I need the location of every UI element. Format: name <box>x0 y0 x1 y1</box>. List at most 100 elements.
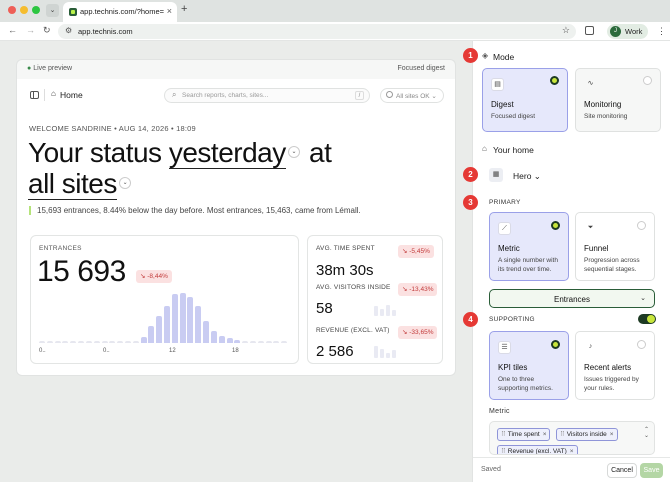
kpi-value: 15 693 <box>37 255 126 288</box>
period-selector[interactable]: yesterday <box>168 137 286 169</box>
radio-selected[interactable] <box>551 221 560 230</box>
metric-chip[interactable]: ⠿ Revenue (excl. VAT) × <box>497 445 578 454</box>
primary-funnel-option[interactable]: ⏷ Funnel Progression across sequential s… <box>575 212 655 281</box>
supporting-metrics-multiselect[interactable]: ⠿ Time spent × ⠿ Visitors inside × ⠿ Revenue … <box>489 421 655 455</box>
radio-unselected[interactable] <box>637 340 646 349</box>
hourly-bar <box>148 325 155 343</box>
hourly-bar <box>187 296 194 343</box>
hourly-bar <box>234 340 241 343</box>
option-desc: Site monitoring <box>584 113 628 120</box>
hourly-bar <box>109 341 116 343</box>
option-desc: Issues triggered by your rules. <box>584 376 639 392</box>
kpi-label: AVG. VISITORS INSIDE <box>316 284 391 291</box>
maximize-window-button[interactable] <box>32 6 40 14</box>
radio-unselected[interactable] <box>643 76 652 85</box>
primary-metric-select[interactable]: Entrances ⌄ <box>489 289 655 308</box>
kpi-value: 38m 30s <box>316 262 374 279</box>
home-icon: ⌂ <box>482 144 487 153</box>
option-title: Digest <box>491 100 514 109</box>
remove-chip-icon[interactable]: × <box>610 431 614 438</box>
radio-unselected[interactable] <box>637 221 646 230</box>
axis-label: 0.. <box>39 348 46 354</box>
hero-selector[interactable]: ▦ Hero ⌄ <box>489 163 661 187</box>
kpi-value: 2 586 <box>316 343 354 360</box>
metric-chip[interactable]: ⠿ Visitors inside × <box>556 428 618 441</box>
hourly-bar <box>101 341 108 343</box>
close-window-button[interactable] <box>8 6 16 14</box>
kpi-sparkbars <box>374 346 396 358</box>
hourly-bar <box>226 338 233 343</box>
hourly-bar <box>39 341 45 343</box>
breadcrumb-home[interactable]: Home <box>60 90 83 100</box>
select-value: Entrances <box>553 295 591 304</box>
drag-handle-icon[interactable]: ⠿ <box>501 431 506 438</box>
callout-badge: 2 <box>463 167 478 182</box>
profile-button[interactable]: J Work <box>607 24 648 39</box>
minimize-window-button[interactable] <box>20 6 28 14</box>
bookmark-star-icon[interactable]: ☆ <box>562 25 570 36</box>
hourly-bar <box>273 341 280 343</box>
entrances-card[interactable]: ENTRANCES 15 693 ↘ -8,44% 0.. 0.. 12 18 <box>30 235 299 364</box>
kpi-label: AVG. TIME SPENT <box>316 245 375 252</box>
primary-label: PRIMARY <box>489 199 521 206</box>
list-icon: ☰ <box>498 341 511 354</box>
callout-badge: 4 <box>463 312 478 327</box>
reload-icon[interactable]: ↻ <box>43 25 51 36</box>
radio-selected[interactable] <box>550 76 559 85</box>
updown-chevron-icon[interactable]: ⌃ ⌄ <box>644 427 649 439</box>
drag-handle-icon[interactable]: ⠿ <box>560 431 565 438</box>
search-input[interactable]: ⌕ Search reports, charts, sites... / <box>164 88 370 103</box>
cancel-button[interactable]: Cancel <box>607 463 637 478</box>
scope-chevron-icon[interactable]: ⌄ <box>118 176 131 189</box>
sites-status-button[interactable]: All sites OK ⌄ <box>380 88 444 103</box>
period-chevron-icon[interactable]: ⌄ <box>287 145 300 158</box>
hourly-bar <box>218 335 225 343</box>
radio-selected[interactable] <box>551 340 560 349</box>
hourly-bar <box>54 341 61 343</box>
extensions-icon[interactable] <box>585 26 594 35</box>
grid-icon: ▦ <box>489 168 503 182</box>
supporting-label: SUPPORTING <box>489 316 535 323</box>
option-title: Monitoring <box>584 100 622 109</box>
mode-digest-option[interactable]: ▤ Digest Focused digest <box>482 68 568 132</box>
forward-arrow-icon[interactable]: → <box>26 25 35 35</box>
sidebar-toggle-icon[interactable] <box>30 91 39 99</box>
drag-handle-icon[interactable]: ⠿ <box>501 448 506 454</box>
browser-tab[interactable]: app.technis.com/?home=home × <box>63 2 177 22</box>
new-tab-button[interactable]: + <box>181 3 187 15</box>
site-info-icon[interactable]: ⚙ <box>65 26 72 35</box>
remove-chip-icon[interactable]: × <box>543 431 547 438</box>
funnel-icon: ⏷ <box>587 224 594 231</box>
scope-selector[interactable]: all sites <box>28 168 117 200</box>
save-button[interactable]: Save <box>640 463 663 478</box>
hourly-bar <box>78 341 85 343</box>
hourly-bar <box>93 341 100 343</box>
profile-avatar: J <box>610 26 621 37</box>
remove-chip-icon[interactable]: × <box>570 448 574 454</box>
option-desc: One to three supporting metrics. <box>498 376 553 392</box>
hourly-bar <box>46 341 53 343</box>
headline-text-2: at <box>309 137 332 168</box>
primary-metric-option[interactable]: ⟋ Metric A single number with its trend … <box>489 212 569 281</box>
tab-list-chevron-icon[interactable]: ⌄ <box>46 4 59 17</box>
browser-menu-icon[interactable]: ⋮ <box>657 26 666 37</box>
supporting-kpi-tiles-option[interactable]: ☰ KPI tiles One to three supporting metr… <box>489 331 569 400</box>
option-desc: A single number with its trend over time… <box>498 257 558 273</box>
mode-monitoring-option[interactable]: ∿ Monitoring Site monitoring <box>575 68 661 132</box>
tab-close-icon[interactable]: × <box>167 6 172 16</box>
supporting-recent-alerts-option[interactable]: ♪ Recent alerts Issues triggered by your… <box>575 331 655 400</box>
hourly-bar <box>164 306 170 343</box>
kpi-label: ENTRANCES <box>39 245 82 252</box>
kpi-delta-badge: ↘ -13,43% <box>398 283 438 296</box>
metric-chip[interactable]: ⠿ Time spent × <box>497 428 551 441</box>
hourly-bar <box>179 293 186 343</box>
hourly-bar <box>140 336 147 343</box>
hourly-bar <box>117 341 124 343</box>
supporting-toggle[interactable] <box>638 314 656 324</box>
back-arrow-icon[interactable]: ← <box>8 25 17 35</box>
address-url[interactable]: app.technis.com <box>78 27 133 36</box>
supporting-kpis-card[interactable]: AVG. TIME SPENT ↘ -5,45% 38m 30s AVG. VI… <box>307 235 443 364</box>
axis-label: 18 <box>232 348 239 354</box>
home-preview: ⌂ Home ⌕ Search reports, charts, sites..… <box>16 79 456 376</box>
address-bar[interactable]: ⚙ app.technis.com ☆ <box>58 24 576 39</box>
